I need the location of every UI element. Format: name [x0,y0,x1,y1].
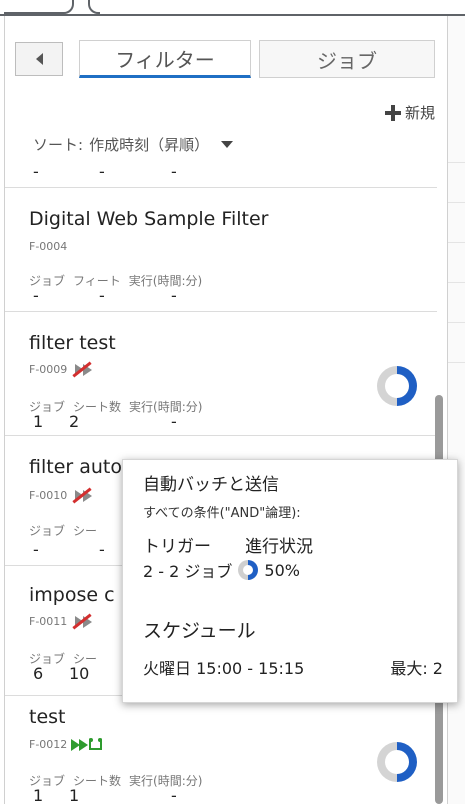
runtime-value: - [171,412,177,431]
chevron-left-icon [35,53,43,65]
progress-donut [377,366,417,406]
tooltip-title: 自動バッチと送信 [143,475,279,495]
automation-disabled-icon [71,361,95,378]
filter-code: F-0004 [29,240,67,253]
jobs-value: - [33,540,39,559]
schedule-time: 火曜日 15:00 - 15:15 [143,659,305,678]
runtime-value: - [171,786,177,804]
tab-bar: フィルター ジョブ [5,38,449,86]
trigger-label: トリガー [143,537,211,557]
header-sheets: シート数 [73,774,122,788]
filter-code-text: F-0009 [29,362,68,376]
jobs-value: 1 [33,786,44,804]
tab-filters[interactable]: フィルター [79,40,251,78]
plus-icon [384,104,401,121]
feet-value: - [99,166,105,181]
progress-label: 進行状況 [245,537,313,557]
filter-code: F-0009 [29,361,95,378]
runtime-value: - [171,286,177,305]
filter-code-text: F-0011 [29,614,68,628]
jobs-value: 6 [33,664,44,683]
jobs-range: 2 - 2 ジョブ [143,562,233,581]
filter-name: impose c [29,584,115,606]
header-runtime: 実行(時間:分) [129,400,203,414]
automation-tooltip: 自動バッチと送信 すべての条件("AND"論理): トリガー 進行状況 2 - … [122,459,458,703]
header-runtime: 実行(時間:分) [129,774,203,788]
filter-name: filter test [29,332,116,354]
sort-label: ソート: [33,136,84,154]
sheets-value: 10 [69,664,90,683]
filter-card[interactable]: Digital Web Sample Filter F-0004 ジョブ フィート… [5,188,437,312]
sheets-value: 2 [69,412,80,431]
progress-donut-icon [238,560,259,580]
automation-disabled-icon [71,487,95,504]
sheets-value: 1 [69,786,80,804]
jobs-value: 1 [33,412,44,431]
feet-value: - [99,286,105,305]
filter-code: F-0011 [29,613,95,630]
sort-dropdown[interactable]: ソート: 作成時刻（昇順） [33,134,234,155]
progress-donut [377,742,417,782]
filter-code-text: F-0012 [29,737,68,751]
filter-card[interactable]: - - - [5,166,437,188]
filter-card[interactable]: test F-0012 ジョブ シート数 実行(時間:分) 1 1 - [5,696,437,804]
filter-code-text: F-0004 [29,240,68,253]
progress-percent: 50% [264,560,300,580]
filter-code: F-0010 [29,487,95,504]
automation-active-icon [71,736,103,752]
chevron-down-icon [221,141,234,148]
top-tab-edge [88,0,100,14]
new-filter-label: 新規 [404,104,435,122]
header-feet: フィート [73,274,121,288]
jobs-value: - [33,166,39,181]
header-sheets: シー [73,524,98,538]
runtime-value: - [171,166,177,181]
metric-headers: ジョブ シート数 実行(時間:分) [29,398,210,415]
filter-code-text: F-0010 [29,488,68,502]
schedule-max: 最大: 2 [390,659,443,678]
sheets-value: - [99,540,105,559]
metric-headers: ジョブ シー [29,522,105,539]
header-jobs: ジョブ [29,524,66,538]
header-runtime: 実行(時間:分) [128,274,203,288]
collapse-button[interactable] [15,42,63,76]
filter-code: F-0012 [29,736,103,752]
top-tab-edge [4,0,74,14]
jobs-value: - [33,286,39,305]
window-top-edge [0,0,465,16]
metric-headers: ジョブ フィート 実行(時間:分) [29,272,210,289]
filter-card[interactable]: filter test F-0009 ジョブ シート数 実行(時間:分) 1 2 - [5,312,437,436]
tooltip-conditions: すべての条件("AND"論理): [143,506,301,521]
automation-disabled-icon [71,613,95,630]
sort-value: 作成時刻（昇順） [89,136,210,154]
header-sheets: シート数 [73,400,122,414]
filter-name: test [29,706,66,728]
new-filter-button[interactable]: 新規 [384,102,435,123]
filter-name: Digital Web Sample Filter [29,208,269,230]
trigger-progress: 2 - 2 ジョブ 50% [143,558,300,582]
schedule-label: スケジュール [143,620,256,642]
tab-jobs[interactable]: ジョブ [259,40,435,78]
metric-headers: ジョブ シート数 実行(時間:分) [29,772,210,789]
